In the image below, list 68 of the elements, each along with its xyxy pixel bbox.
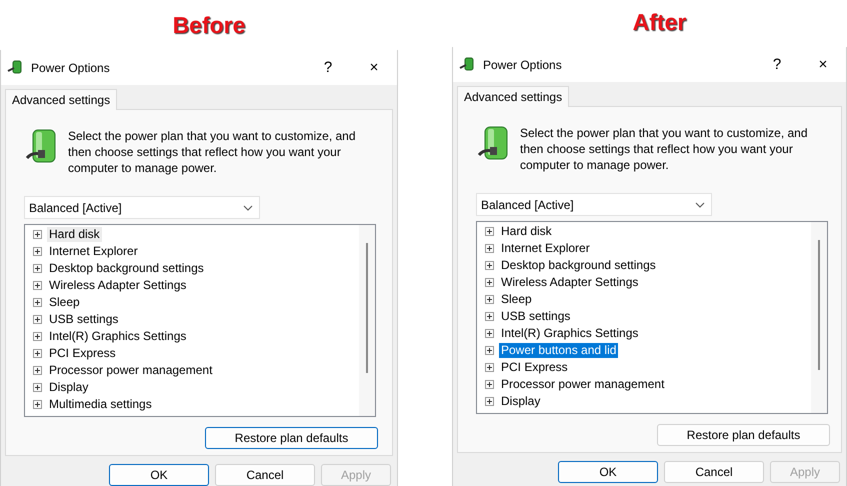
- expand-icon[interactable]: [33, 400, 42, 409]
- help-button[interactable]: ?: [305, 50, 351, 85]
- expand-icon[interactable]: [33, 298, 42, 307]
- dialog-button[interactable]: OK: [109, 464, 209, 486]
- chevron-down-icon: [243, 204, 253, 210]
- expand-icon[interactable]: [485, 261, 494, 270]
- tree-item[interactable]: Wireless Adapter Settings: [47, 278, 188, 293]
- tree-item[interactable]: USB settings: [47, 312, 120, 327]
- tree-item[interactable]: Internet Explorer: [47, 244, 140, 259]
- expand-icon[interactable]: [485, 295, 494, 304]
- window-title: Power Options: [483, 58, 563, 72]
- plan-dropdown[interactable]: Balanced [Active]: [476, 193, 712, 216]
- dialog-button[interactable]: OK: [558, 461, 658, 483]
- expand-icon[interactable]: [485, 363, 494, 372]
- expand-icon[interactable]: [485, 278, 494, 287]
- description-text: Select the power plan that you want to customize, and then choose settings that reflect how you want your computer to manage power.: [520, 125, 809, 173]
- tree-item[interactable]: Intel(R) Graphics Settings: [499, 326, 640, 341]
- tree-item[interactable]: Desktop background settings: [47, 261, 206, 276]
- tab[interactable]: Advanced settings: [457, 86, 570, 107]
- tree-item[interactable]: Multimedia settings: [47, 397, 154, 412]
- plan-dropdown[interactable]: Balanced [Active]: [24, 196, 260, 219]
- expand-icon[interactable]: [33, 247, 42, 256]
- expand-icon[interactable]: [485, 380, 494, 389]
- tree-item[interactable]: Desktop background settings: [499, 258, 658, 273]
- tree-item[interactable]: USB settings: [499, 309, 572, 324]
- panel-heading: After: [632, 8, 686, 36]
- expand-icon[interactable]: [33, 264, 42, 273]
- tree-item[interactable]: PCI Express: [499, 360, 570, 375]
- chevron-down-icon: [695, 202, 705, 208]
- tree-item[interactable]: Intel(R) Graphics Settings: [47, 329, 188, 344]
- expand-icon[interactable]: [485, 312, 494, 321]
- scrollbar[interactable]: [359, 225, 375, 416]
- tab[interactable]: Advanced settings: [5, 89, 118, 110]
- tree-item[interactable]: PCI Express: [47, 346, 118, 361]
- tree-item[interactable]: Sleep: [499, 292, 534, 307]
- expand-icon[interactable]: [33, 315, 42, 324]
- tree-item[interactable]: Display: [47, 380, 90, 395]
- expand-icon[interactable]: [485, 244, 494, 253]
- tree-item[interactable]: Processor power management: [47, 363, 214, 378]
- expand-icon[interactable]: [33, 230, 42, 239]
- tree-item[interactable]: Display: [499, 394, 542, 409]
- dialog-button[interactable]: Cancel: [215, 464, 315, 486]
- expand-icon[interactable]: [33, 366, 42, 375]
- tree-item[interactable]: Internet Explorer: [499, 241, 592, 256]
- expand-icon[interactable]: [33, 281, 42, 290]
- tree-item[interactable]: Wireless Adapter Settings: [499, 275, 640, 290]
- panel-heading: Before: [172, 12, 246, 38]
- description-text: Select the power plan that you want to customize, and then choose settings that reflect how you want your computer to manage power.: [68, 128, 357, 176]
- restore-defaults-button[interactable]: Restore plan defaults: [657, 424, 830, 446]
- help-button[interactable]: ?: [754, 47, 800, 82]
- scrollbar[interactable]: [811, 222, 827, 413]
- tree-item[interactable]: Hard disk: [47, 227, 102, 242]
- expand-icon[interactable]: [33, 383, 42, 392]
- dialog-button[interactable]: Cancel: [664, 461, 764, 483]
- expand-icon[interactable]: [485, 346, 494, 355]
- expand-icon[interactable]: [485, 227, 494, 236]
- expand-icon[interactable]: [485, 397, 494, 406]
- expand-icon[interactable]: [33, 332, 42, 341]
- expand-icon[interactable]: [485, 329, 494, 338]
- tree-item[interactable]: Sleep: [47, 295, 82, 310]
- close-button[interactable]: ×: [800, 47, 846, 82]
- expand-icon[interactable]: [33, 349, 42, 358]
- window-title: Power Options: [31, 60, 111, 74]
- close-button[interactable]: ×: [351, 50, 397, 85]
- tree-item[interactable]: Hard disk: [499, 224, 554, 239]
- tree-item[interactable]: Power buttons and lid: [499, 343, 618, 358]
- tree-item[interactable]: Processor power management: [499, 377, 666, 392]
- restore-defaults-button[interactable]: Restore plan defaults: [205, 427, 378, 449]
